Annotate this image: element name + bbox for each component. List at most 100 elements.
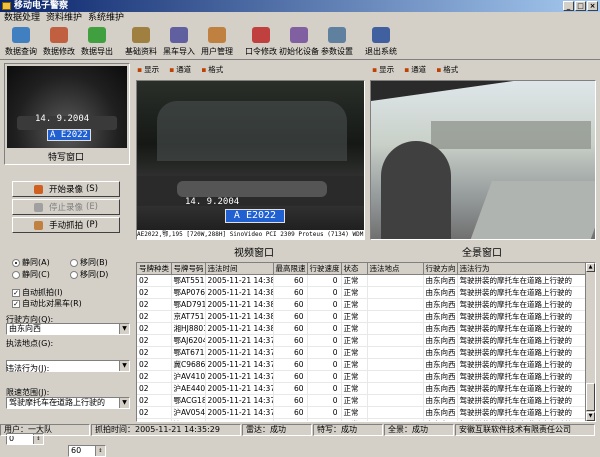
toolbar-button-5[interactable]: 用户管理	[198, 24, 236, 60]
table-row[interactable]: 02鄂AD79152005-11-21 14:38600正常 由东向西驾驶拼装的摩…	[137, 298, 585, 311]
edit-icon	[50, 27, 68, 43]
table-cell: 鄂AP0762	[171, 286, 206, 299]
table-cell: 沪AV0547	[171, 406, 206, 419]
menu-item-2[interactable]: 系统维护	[88, 12, 124, 24]
table-cell: 2005-11-21 14:38	[205, 286, 274, 299]
toolbar-button-8[interactable]: 参数设置	[318, 24, 356, 60]
scroll-down-icon[interactable]: ▼	[586, 412, 595, 421]
table-cell	[367, 418, 424, 421]
table-cell	[367, 322, 424, 335]
table-cell	[367, 406, 424, 419]
scroll-thumb[interactable]	[586, 383, 595, 411]
table-cell: 60	[273, 334, 308, 347]
menu-item-0[interactable]: 数据处理	[4, 12, 40, 24]
violation-table: 号牌种类 号牌号码 违法时间 最高限速 行驶速度 状态 违法地点 行驶方向 违法行为 02 鄂AT…	[137, 263, 585, 421]
column-header[interactable]: 状态	[341, 263, 368, 275]
table-cell: 鄂AJ6204	[171, 334, 206, 347]
minimize-button[interactable]: _	[563, 1, 574, 11]
column-header[interactable]: 号牌种类	[137, 263, 172, 275]
panorama-format-menu[interactable]: 格式	[436, 64, 458, 75]
table-scrollbar[interactable]: ▲ ▼	[585, 263, 595, 421]
video-caption: AE2022,鄂,195 [720W,288H] SinoVideo PCI 2…	[137, 230, 364, 239]
table-cell: 02	[137, 286, 172, 299]
mode-motion-d[interactable]: 移同(D)	[70, 269, 108, 280]
direction-select[interactable]: 由东向西 ▼	[6, 323, 130, 335]
toolbar-button-4[interactable]: 黑车导入	[160, 24, 198, 60]
table-row[interactable]: 02沪AV41002005-11-21 14:37600正常 由东向西驾驶拼装的摩…	[137, 370, 585, 383]
panorama-channel-menu[interactable]: 通道	[404, 64, 426, 75]
behavior-label: 违法行为(J):	[6, 364, 50, 373]
column-header[interactable]: 号牌号码	[171, 263, 206, 275]
table-cell: 02	[137, 370, 172, 383]
toolbar-button-6[interactable]: 口令修改	[242, 24, 280, 60]
table-cell: 0	[307, 286, 342, 299]
toolbar-button-0[interactable]: 数据查询	[2, 24, 40, 60]
table-cell: 由东向西	[423, 310, 458, 323]
table-row[interactable]: 02 鄂AJ6204 2005-11-21 14:37 60 0 正常 由东向西 驾驶拼装的摩…	[137, 334, 585, 347]
column-header[interactable]: 最高限速	[273, 263, 308, 275]
table-row[interactable]: 02京AT75162005-11-21 14:38600正常 由东向西驾驶拼装的摩…	[137, 310, 585, 323]
video-display-menu[interactable]: 显示	[137, 64, 159, 75]
auto-capture-checkbox[interactable]: ✓ 自动抓拍(I)	[12, 287, 63, 298]
stop-icon	[33, 202, 43, 212]
column-header[interactable]: 行驶方向	[423, 263, 458, 275]
toolbar-button-1[interactable]: 数据修改	[40, 24, 78, 60]
table-cell: 02	[137, 298, 172, 311]
manual-capture-button[interactable]: 手动抓拍 (P)	[12, 217, 120, 233]
table-row[interactable]: 02鄂AT55162005-11-21 14:38600正常 由东向西驾驶拼装的摩…	[137, 274, 585, 287]
scroll-up-icon[interactable]: ▲	[586, 263, 595, 272]
table-cell: 02	[137, 382, 172, 395]
stop-record-button[interactable]: 停止录像 (E)	[12, 199, 120, 215]
panorama-display-menu[interactable]: 显示	[372, 64, 394, 75]
toolbar-button-2[interactable]: 数据导出	[78, 24, 116, 60]
column-header[interactable]: 行驶速度	[307, 263, 342, 275]
table-row[interactable]: 02沪AV05472005-11-21 14:37600正常 由东向西驾驶拼装的摩…	[137, 406, 585, 419]
table-cell: 正常	[341, 322, 368, 335]
video-channel-menu[interactable]: 通道	[169, 64, 191, 75]
chevron-down-icon: ▼	[119, 324, 129, 334]
table-cell	[367, 334, 424, 347]
feature-window-label: 特写窗口	[47, 153, 84, 163]
video-format-menu[interactable]: 格式	[201, 64, 223, 75]
maximize-button[interactable]: □	[575, 1, 586, 11]
start-record-button[interactable]: 开始录像 (S)	[12, 181, 120, 197]
table-cell: 正常	[341, 382, 368, 395]
behavior-select[interactable]: 驾驶摩托车在道路上行驶的 ▼	[6, 397, 130, 409]
camera-icon	[34, 220, 44, 230]
close-button[interactable]: ×	[587, 1, 598, 11]
table-cell: 60	[273, 298, 308, 311]
mode-static-a[interactable]: 静同(A)	[12, 257, 50, 268]
table-cell: 驾驶拼装的摩托车在道路上行驶的	[457, 346, 585, 359]
table-cell: 由东向西	[423, 382, 458, 395]
panorama-image	[370, 80, 596, 240]
column-header[interactable]: 违法地点	[367, 263, 424, 275]
table-row[interactable]: 02 湘HJ8801 2005-11-21 14:38 60 0 正常 由东向西 驾驶拼装的摩…	[137, 322, 585, 335]
mode-static-c[interactable]: 静同(C)	[12, 269, 50, 280]
toolbar-button-7[interactable]: 初始化设备	[279, 24, 319, 60]
table-cell: 由东向西	[423, 274, 458, 287]
toolbar-button-9[interactable]: 退出系统	[362, 24, 400, 60]
table-row[interactable]: 02沪AE44052005-11-21 14:37600正常 由东向西驾驶拼装的摩…	[137, 382, 585, 395]
column-header[interactable]: 违法行为	[457, 263, 585, 275]
auto-compare-checkbox[interactable]: ✓ 自动比对黑车(R)	[12, 298, 82, 309]
table-row[interactable]: 02沪AH13882005-11-21 14:37600正常 由东向西驾驶拼装的摩…	[137, 418, 585, 421]
table-cell: 由东向西	[423, 286, 458, 299]
status-bar: 用户：一大队 抓拍时间：2005-11-21 14:35:29 雷达：成功 特写…	[0, 424, 600, 436]
table-cell: 由东向西	[423, 358, 458, 371]
column-header[interactable]: 违法时间	[205, 263, 274, 275]
table-row[interactable]: 02鄂AT67162005-11-21 14:37600正常 由东向西驾驶拼装的摩…	[137, 346, 585, 359]
table-cell: 正常	[341, 370, 368, 383]
table-row[interactable]: 02鄂AP07622005-11-21 14:38600正常 由东向西驾驶拼装的摩…	[137, 286, 585, 299]
table-row[interactable]: 02鄂ACG1812005-11-21 14:37600正常 由东向西驾驶拼装的摩…	[137, 394, 585, 407]
table-cell: 2005-11-21 14:37	[205, 406, 274, 419]
table-cell: 0	[307, 298, 342, 311]
menu-item-1[interactable]: 资料维护	[46, 12, 82, 24]
table-cell	[367, 298, 424, 311]
panorama-window-label: 全景窗口	[462, 248, 502, 259]
mode-motion-b[interactable]: 移同(B)	[70, 257, 108, 268]
table-row[interactable]: 02冀C968672005-11-21 14:37600正常 由东向西驾驶拼装的摩…	[137, 358, 585, 371]
toolbar-button-3[interactable]: 基础资料	[122, 24, 160, 60]
speed-to-input[interactable]: 60 ⇕	[68, 445, 106, 457]
table-cell: 02	[137, 274, 172, 287]
table-cell: 正常	[341, 286, 368, 299]
